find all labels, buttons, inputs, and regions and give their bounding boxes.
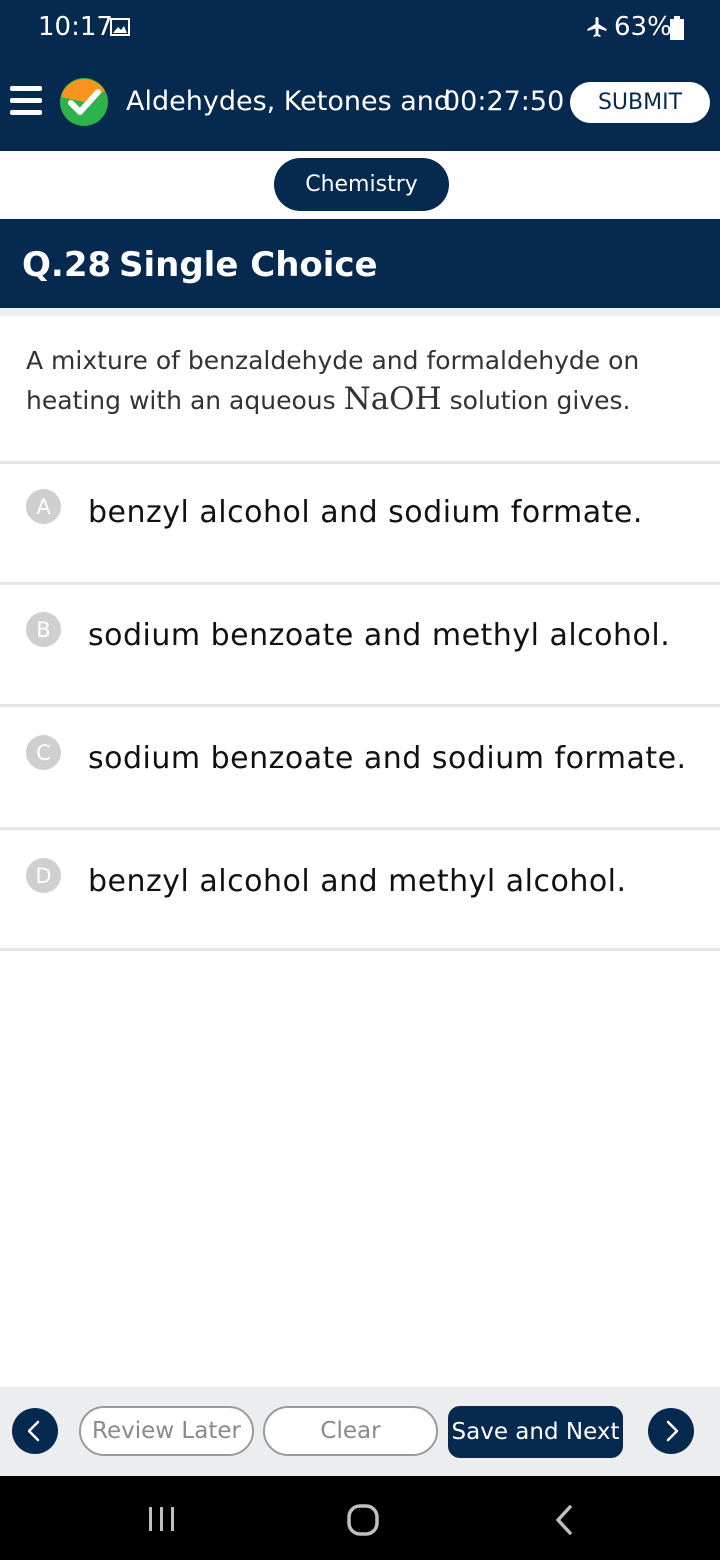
option-letter-badge: C <box>26 735 61 770</box>
option-text: sodium benzoate and methyl alcohol. <box>88 618 671 653</box>
header-separator <box>0 308 720 316</box>
gallery-icon <box>110 18 130 36</box>
divider <box>0 948 720 951</box>
chevron-left-icon <box>27 1420 40 1442</box>
option-letter-badge: B <box>26 612 61 647</box>
countdown-timer: 00:27:50 <box>443 86 565 117</box>
option-letter-badge: D <box>26 858 61 893</box>
action-bar: Review Later Clear Save and Next <box>0 1387 720 1476</box>
battery-percentage: 63% <box>614 12 672 42</box>
option-letter-badge: A <box>26 489 61 524</box>
back-icon[interactable] <box>553 1504 577 1536</box>
recent-apps-icon[interactable] <box>148 1505 176 1533</box>
app-logo <box>60 78 108 126</box>
question-text-after: solution gives. <box>441 386 631 415</box>
chevron-right-icon <box>666 1420 679 1442</box>
option-c[interactable]: C sodium benzoate and sodium formate. <box>0 707 720 825</box>
home-icon[interactable] <box>346 1503 380 1537</box>
clear-button[interactable]: Clear <box>263 1406 438 1456</box>
system-navigation-bar <box>0 1476 720 1560</box>
next-question-button[interactable] <box>648 1408 694 1454</box>
option-text: benzyl alcohol and methyl alcohol. <box>88 864 627 899</box>
chapter-title: Aldehydes, Ketones and <box>126 86 452 117</box>
question-type: Single Choice <box>119 245 378 285</box>
battery-icon <box>670 16 684 40</box>
previous-question-button[interactable] <box>12 1408 58 1454</box>
subject-tab[interactable]: Chemistry <box>274 158 449 211</box>
status-bar: 10:17 63% <box>0 0 720 56</box>
question-math: NaOH <box>343 381 442 417</box>
submit-button[interactable]: SUBMIT <box>570 82 710 123</box>
status-time: 10:17 <box>38 12 113 42</box>
option-b[interactable]: B sodium benzoate and methyl alcohol. <box>0 585 720 703</box>
question-header: Q.28 Single Choice <box>0 219 720 308</box>
option-text: benzyl alcohol and sodium formate. <box>88 495 643 530</box>
app-header: Aldehydes, Ketones and 00:27:50 SUBMIT <box>0 56 720 151</box>
option-d[interactable]: D benzyl alcohol and methyl alcohol. <box>0 830 720 948</box>
option-a[interactable]: A benzyl alcohol and sodium formate. <box>0 464 720 582</box>
save-and-next-button[interactable]: Save and Next <box>448 1406 623 1458</box>
review-later-button[interactable]: Review Later <box>79 1406 254 1456</box>
question-number: Q.28 <box>22 245 112 285</box>
airplane-icon <box>587 17 607 37</box>
menu-icon[interactable] <box>10 84 42 118</box>
question-text: A mixture of benzaldehyde and formaldehy… <box>26 342 696 420</box>
option-text: sodium benzoate and sodium formate. <box>88 741 687 776</box>
